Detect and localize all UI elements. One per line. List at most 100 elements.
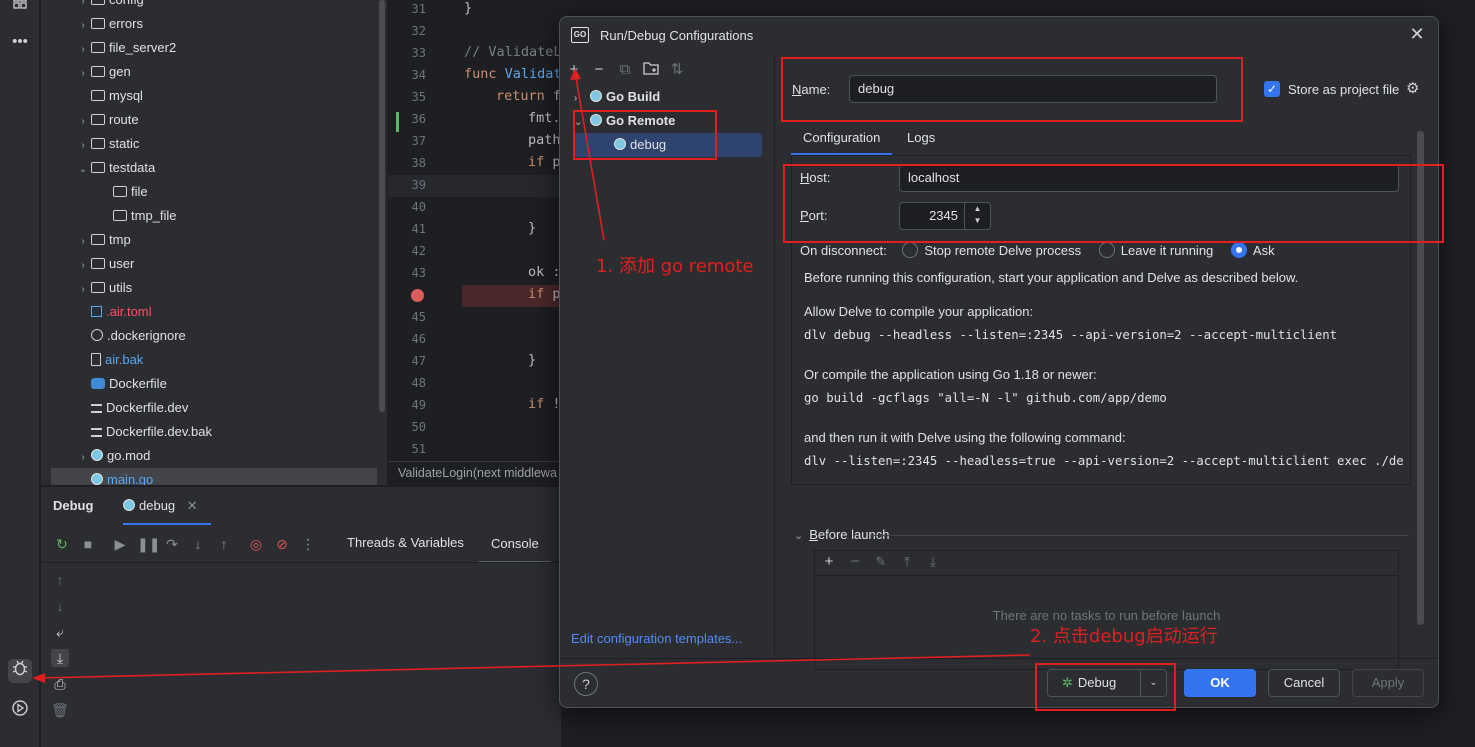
tree-item[interactable]: › file_server2 [51,36,377,60]
code-line[interactable]: } [528,352,536,368]
code-line[interactable]: return f [496,88,560,104]
tree-item-go-build[interactable]: › Go Build [574,85,762,109]
soft-wrap-icon[interactable]: ⤶ [51,623,69,641]
tree-item-label: .air.toml [106,304,152,319]
mute-breakpoints-icon[interactable]: ⊘ [273,535,291,553]
tree-item[interactable]: air.bak [51,348,377,372]
move-down-icon[interactable]: ⤓ [924,554,942,570]
radio-stop-remote-delve[interactable]: Stop remote Delve process [902,242,1081,258]
chevron-right-icon[interactable]: › [75,110,91,134]
tree-item[interactable]: › go.mod [51,444,377,468]
step-over-icon[interactable]: ↷ [163,535,181,553]
chevron-right-icon[interactable]: › [75,446,91,470]
gear-icon[interactable]: ⚙ [1406,79,1419,97]
pause-icon[interactable]: ❚❚ [137,535,160,553]
down-arrow-icon[interactable]: ↓ [51,597,69,615]
tab-console[interactable]: Console [479,525,551,563]
remove-task-icon[interactable]: − [846,553,864,570]
sort-icon[interactable]: ⇅ [668,61,686,79]
run-icon[interactable] [8,699,32,723]
tree-item[interactable]: main.go [51,468,377,485]
view-breakpoints-icon[interactable]: ◎ [247,535,265,553]
code-editor[interactable]: 31} 32 33 // ValidateL 34 func Validat 35 retur… [388,0,560,485]
radio-leave-running[interactable]: Leave it running [1098,242,1213,258]
store-as-project-file-checkbox[interactable]: ✓ [1264,81,1280,97]
code-line[interactable]: } [464,0,472,16]
chevron-right-icon[interactable]: › [75,38,91,62]
code-line[interactable]: fmt. [528,110,560,126]
command-dlv-debug[interactable]: dlv debug --headless --listen=:2345 --ap… [804,328,1337,342]
remove-configuration-icon[interactable]: − [590,61,608,79]
tree-item[interactable]: ›config [51,0,377,12]
new-folder-icon[interactable] [642,61,660,79]
chevron-right-icon[interactable]: › [75,278,91,302]
tree-item[interactable]: .dockerignore [51,324,377,348]
tree-item[interactable]: › utils [51,276,377,300]
code-line[interactable]: path [528,132,560,148]
debug-icon[interactable] [8,659,32,683]
code-line[interactable]: } [528,220,536,236]
tab-configuration[interactable]: Configuration [791,121,893,155]
close-icon[interactable]: ✕ [187,498,198,513]
chevron-right-icon[interactable]: › [75,62,91,86]
resume-icon[interactable]: ▶ [111,535,129,553]
tree-item[interactable]: › tmp [51,228,377,252]
add-configuration-icon[interactable]: + [565,61,583,79]
grid-icon[interactable] [8,0,32,18]
project-scrollbar[interactable] [379,0,385,412]
debug-session-tab[interactable]: debug ✕ [123,487,211,525]
tree-item[interactable]: mysql [51,84,377,108]
tree-item[interactable]: › user [51,252,377,276]
chevron-right-icon[interactable]: › [75,230,91,254]
tree-item[interactable]: tmp_file [51,204,377,228]
scroll-to-end-icon[interactable]: ⤓ [51,649,69,667]
tab-threads-variables[interactable]: Threads & Variables [347,535,464,550]
tree-item[interactable]: › gen [51,60,377,84]
editor-breadcrumb[interactable]: ValidateLogin(next middlewa [388,461,560,485]
close-icon[interactable]: ✕ [1406,24,1428,45]
code-line[interactable]: func Validat [464,66,560,82]
radio-ask[interactable]: Ask [1230,242,1275,258]
command-dlv-exec[interactable]: dlv --listen=:2345 --headless=true --api… [804,454,1404,468]
add-task-icon[interactable]: + [820,553,838,570]
tree-item[interactable]: Dockerfile.dev.bak [51,420,377,444]
more-icon[interactable]: ••• [8,30,32,54]
up-arrow-icon[interactable]: ↑ [51,571,69,589]
tree-item[interactable]: › route [51,108,377,132]
copy-configuration-icon[interactable]: ⧉ [616,61,634,79]
trash-icon[interactable]: 🗑 [51,701,69,719]
step-into-icon[interactable]: ↓ [189,535,207,553]
code-line[interactable]: ok : [528,264,560,280]
tree-item[interactable]: ⌄ testdata [51,156,377,180]
cancel-button[interactable]: Cancel [1268,669,1340,697]
step-out-icon[interactable]: ↑ [215,535,233,553]
stop-icon[interactable]: ■ [79,535,97,553]
rerun-icon[interactable]: ↻ [53,535,71,553]
chevron-right-icon[interactable]: › [75,14,91,38]
edit-task-icon[interactable]: ✎ [872,554,890,570]
chevron-right-icon[interactable]: › [75,254,91,278]
tree-item[interactable]: Dockerfile [51,372,377,396]
edit-configuration-templates-link[interactable]: Edit configuration templates... [571,631,742,646]
folder-icon [91,114,105,125]
command-go-build[interactable]: go build -gcflags "all=-N -l" github.com… [804,391,1167,405]
ok-button[interactable]: OK [1184,669,1256,697]
tree-item[interactable]: file [51,180,377,204]
code-line[interactable]: // ValidateL [464,44,560,60]
apply-button[interactable]: Apply [1352,669,1424,697]
tree-item[interactable]: .air.toml [51,300,377,324]
more-options-icon[interactable]: ⋮ [299,535,317,553]
help-icon[interactable]: ? [574,672,598,696]
chevron-right-icon[interactable]: › [75,134,91,158]
breakpoint-icon[interactable] [411,289,424,302]
chevron-down-icon[interactable]: ⌄ [75,158,91,182]
tree-item[interactable]: › errors [51,12,377,36]
print-icon[interactable]: ⎙ [51,675,69,693]
code-line[interactable]: if ! [528,396,560,412]
tree-item[interactable]: Dockerfile.dev [51,396,377,420]
tab-logs[interactable]: Logs [897,121,945,155]
tree-item[interactable]: › static [51,132,377,156]
code-line[interactable]: if p [528,286,560,302]
move-up-icon[interactable]: ⤒ [898,554,916,570]
code-line[interactable]: if p [528,154,560,170]
